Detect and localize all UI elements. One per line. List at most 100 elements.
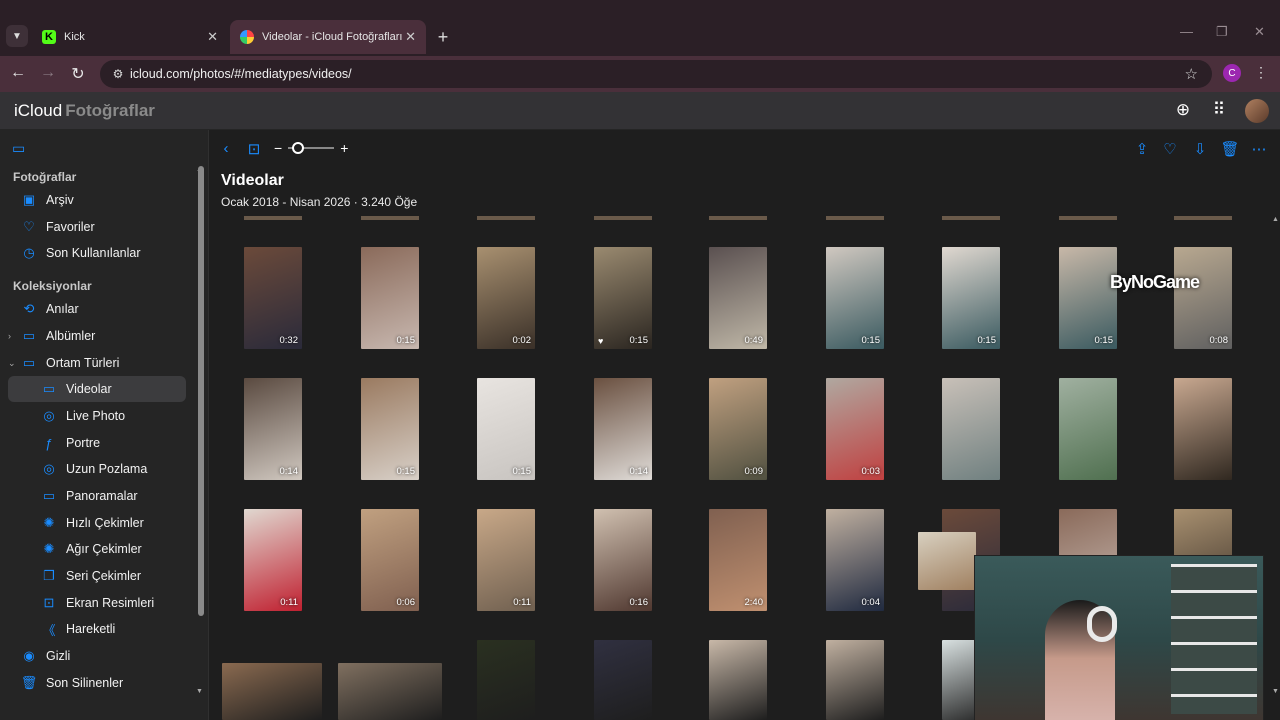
delete-icon[interactable]: 🗑 (1220, 140, 1240, 158)
more-options-icon[interactable]: ⋯ (1249, 140, 1269, 158)
favorite-heart-icon[interactable]: ♡ (1160, 140, 1180, 158)
sidebar-item-recently-deleted[interactable]: 🗑 Son Silinenler (20, 670, 198, 696)
sidebar-item-hidden[interactable]: ◉ Gizli (20, 643, 198, 669)
minimize-icon[interactable]: — (1180, 24, 1193, 39)
chevron-right-icon[interactable]: › (8, 331, 11, 341)
video-thumbnail[interactable] (338, 663, 442, 720)
sidebar-item-library[interactable]: ▣ Arşiv (20, 187, 198, 213)
reload-icon[interactable]: ↻ (68, 64, 88, 84)
sidebar-item-bursts[interactable]: ❐ Seri Çekimler (8, 563, 186, 589)
bookmark-star-icon[interactable]: ☆ (1185, 65, 1198, 83)
video-thumbnail[interactable] (1174, 216, 1232, 220)
maximize-icon[interactable]: ❐ (1216, 24, 1228, 40)
sidebar-item-media-types[interactable]: ⌄ ▭ Ortam Türleri (8, 350, 198, 376)
video-thumbnail[interactable]: 2:40 (709, 509, 767, 611)
video-thumbnail[interactable] (942, 378, 1000, 480)
video-thumbnail[interactable] (709, 640, 767, 720)
video-thumbnail[interactable] (244, 216, 302, 220)
video-thumbnail[interactable]: 0:49 (709, 247, 767, 349)
video-thumbnail[interactable]: 0:15 (942, 247, 1000, 349)
video-thumbnail[interactable] (594, 216, 652, 220)
sidebar-item-albums[interactable]: › ▭ Albümler (8, 323, 198, 349)
video-thumbnail[interactable]: 0:11 (477, 509, 535, 611)
aspect-toggle-icon[interactable]: ⊡ (244, 140, 264, 158)
url-bar[interactable]: ⚙ icloud.com/photos/#/mediatypes/videos/… (100, 60, 1212, 88)
video-thumbnail[interactable] (826, 216, 884, 220)
close-window-icon[interactable]: ✕ (1254, 24, 1265, 40)
zoom-in-icon[interactable]: + (340, 140, 348, 156)
video-thumbnail[interactable] (918, 532, 976, 590)
video-thumbnail[interactable] (222, 663, 322, 720)
video-thumbnail[interactable]: 0:15 (826, 247, 884, 349)
video-thumbnail[interactable]: 0:15 ♥ (594, 247, 652, 349)
sidebar-item-screenshots[interactable]: ⊡ Ekran Resimleri (8, 590, 186, 616)
video-thumbnail[interactable] (1059, 216, 1117, 220)
video-thumbnail[interactable] (594, 640, 652, 720)
video-thumbnail[interactable] (709, 216, 767, 220)
main-scrollbar[interactable]: ▲ ▼ (1272, 216, 1280, 720)
video-thumbnail[interactable] (1059, 378, 1117, 480)
sidebar-item-animated[interactable]: 《 Hareketli (8, 616, 186, 642)
back-chevron-icon[interactable]: ‹ (216, 140, 236, 157)
sidebar-item-long-exposure[interactable]: ◎ Uzun Pozlama (8, 456, 186, 482)
share-icon[interactable]: ⇪ (1132, 140, 1152, 158)
video-thumbnail[interactable]: 0:32 (244, 247, 302, 349)
sidebar-item-timelapse[interactable]: ✺ Hızlı Çekimler (8, 510, 186, 536)
new-tab-button[interactable]: + (434, 27, 452, 48)
video-thumbnail[interactable]: 0:14 (594, 378, 652, 480)
video-thumbnail[interactable]: 0:04 (826, 509, 884, 611)
sidebar-toggle-icon[interactable]: ▭ (12, 140, 25, 157)
scroll-down-arrow-icon[interactable]: ▼ (1272, 688, 1279, 695)
forward-icon[interactable]: → (38, 64, 58, 82)
video-thumbnail[interactable]: 0:15 (361, 378, 419, 480)
video-thumbnail[interactable]: 0:15 (1059, 247, 1117, 349)
scroll-up-arrow-icon[interactable]: ▲ (1272, 216, 1279, 223)
video-thumbnail[interactable]: 0:15 (477, 378, 535, 480)
video-thumbnail[interactable]: 0:16 (594, 509, 652, 611)
back-icon[interactable]: ← (8, 64, 28, 82)
zoom-out-icon[interactable]: − (274, 140, 282, 156)
video-thumbnail[interactable]: 0:03 (826, 378, 884, 480)
browser-tab-icloud[interactable]: Videolar - iCloud Fotoğrafları ✕ (230, 20, 426, 54)
scroll-down-arrow-icon[interactable]: ▼ (196, 688, 203, 695)
sidebar-scrollbar[interactable] (198, 166, 204, 616)
close-tab-icon[interactable]: ✕ (207, 29, 218, 45)
video-thumbnail[interactable]: 0:02 (477, 247, 535, 349)
sidebar-item-live-photo[interactable]: ◎ Live Photo (8, 403, 186, 429)
user-avatar[interactable] (1245, 99, 1269, 123)
sidebar-item-panoramas[interactable]: ▭ Panoramalar (8, 483, 186, 509)
sidebar-item-videos[interactable]: ▭ Videolar (8, 376, 186, 402)
close-tab-icon[interactable]: ✕ (405, 29, 416, 45)
tab-search-button[interactable]: ▼ (6, 25, 28, 47)
video-thumbnail[interactable] (942, 216, 1000, 220)
browser-menu-icon[interactable]: ⋮ (1254, 64, 1268, 81)
zoom-knob[interactable] (292, 142, 305, 154)
video-thumbnail[interactable]: 0:11 (244, 509, 302, 611)
add-icon[interactable]: ⊕ (1172, 100, 1194, 120)
site-info-icon[interactable]: ⚙ (108, 67, 128, 81)
video-grid: 0:32 0:15 0:02 0:15 ♥ 0:49 0:15 0:15 0:15 0:08 0:1… (210, 216, 1270, 720)
video-thumbnail[interactable] (477, 216, 535, 220)
chevron-down-icon[interactable]: ⌄ (8, 358, 16, 369)
video-thumbnail[interactable]: 0:06 (361, 509, 419, 611)
icloud-logo[interactable]: iCloud Fotoğraflar (12, 101, 155, 121)
video-thumbnail[interactable]: 0:09 (709, 378, 767, 480)
video-thumbnail[interactable] (477, 640, 535, 720)
video-thumbnail[interactable] (826, 640, 884, 720)
sidebar-item-recents[interactable]: ◷ Son Kullanılanlar (20, 240, 198, 266)
video-thumbnail[interactable] (1174, 378, 1232, 480)
sidebar-item-favorites[interactable]: ♡ Favoriler (20, 214, 198, 240)
zoom-track[interactable] (288, 142, 335, 154)
video-thumbnail[interactable] (361, 216, 419, 220)
sidebar-item-portrait[interactable]: ƒ Portre (8, 430, 186, 456)
profile-avatar[interactable]: C (1223, 64, 1241, 82)
video-thumbnail[interactable]: 0:14 (244, 378, 302, 480)
video-thumbnail[interactable]: 0:08 (1174, 247, 1232, 349)
download-icon[interactable]: ⇩ (1190, 140, 1210, 158)
sidebar-item-memories[interactable]: ⟲ Anılar (20, 296, 198, 322)
sidebar-item-slomo[interactable]: ✺ Ağır Çekimler (8, 536, 186, 562)
video-thumbnail[interactable]: 0:15 (361, 247, 419, 349)
browser-tab-kick[interactable]: K Kick ✕ (32, 20, 228, 54)
zoom-slider[interactable]: − + (274, 140, 348, 156)
app-launcher-grid-icon[interactable]: ⠿ (1208, 100, 1230, 120)
